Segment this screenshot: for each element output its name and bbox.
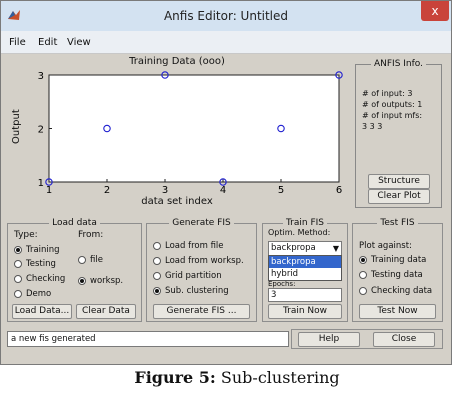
train-fis-title: Train FIS [283, 218, 327, 228]
radio-sub-clustering[interactable]: Sub. clustering [153, 286, 229, 296]
window-title: Anfis Editor: Untitled [163, 9, 289, 23]
generate-fis-title: Generate FIS [169, 218, 234, 228]
radio-dot [14, 275, 22, 283]
optim-method-select[interactable]: backpropa ▼ [268, 241, 342, 256]
radio-dot [359, 287, 367, 295]
radio-dot [359, 271, 367, 279]
radio-training[interactable]: Training [14, 245, 60, 255]
radio-file[interactable]: file [78, 255, 103, 265]
radio-workspace[interactable]: worksp. [78, 276, 123, 286]
radio-dot [14, 290, 22, 298]
radio-dot [78, 277, 86, 285]
x-tick-label: 2 [104, 185, 110, 196]
radio-grid-partition[interactable]: Grid partition [153, 271, 222, 281]
radio-test-training-data[interactable]: Training data [359, 255, 426, 265]
y-tick-label: 1 [38, 178, 44, 189]
train-now-button[interactable]: Train Now [268, 304, 342, 319]
generate-fis-panel: Generate FIS Load from file Load from wo… [146, 218, 257, 322]
optim-method-dropdown: backpropa hybrid [268, 255, 342, 281]
anfis-info-panel: ANFIS Info. # of input: 3 # of outputs: … [355, 59, 442, 208]
radio-testing[interactable]: Testing [14, 259, 56, 269]
menu-bar: File Edit View [1, 31, 451, 54]
radio-dot [153, 257, 161, 265]
x-tick-label: 1 [46, 185, 52, 196]
y-tick-label: 2 [38, 125, 44, 136]
option-hybrid[interactable]: hybrid [269, 268, 341, 280]
plot-frame [48, 74, 340, 183]
radio-dot [153, 287, 161, 295]
status-bar: a new fis generated [7, 331, 289, 347]
menu-edit[interactable]: Edit [38, 37, 57, 48]
x-tick-label: 5 [278, 185, 284, 196]
radio-dot [14, 246, 22, 254]
optim-method-label: Optim. Method: [268, 228, 331, 237]
menu-view[interactable]: View [67, 37, 91, 48]
generate-fis-button[interactable]: Generate FIS ... [153, 304, 250, 319]
radio-demo[interactable]: Demo [14, 289, 51, 299]
train-fis-panel: Train FIS Optim. Method: backpropa ▼ Epo… [262, 218, 348, 322]
option-backpropa[interactable]: backpropa [269, 256, 341, 268]
clear-plot-button[interactable]: Clear Plot [368, 189, 430, 204]
info-input-mfs-values: 3 3 3 [362, 122, 383, 131]
chevron-down-icon: ▼ [332, 244, 339, 253]
title-bar: Anfis Editor: Untitled x [1, 1, 451, 31]
radio-test-checking-data[interactable]: Checking data [359, 286, 432, 296]
caption-label: Figure 5: [134, 368, 216, 387]
radio-dot [14, 260, 22, 268]
radio-test-testing-data[interactable]: Testing data [359, 270, 423, 280]
close-button[interactable]: Close [373, 332, 435, 347]
info-input-mfs-label: # of input mfs: [362, 111, 423, 120]
help-button[interactable]: Help [298, 332, 360, 347]
test-fis-panel: Test FIS Plot against: Training data Tes… [352, 218, 443, 322]
x-tick-label: 3 [162, 185, 168, 196]
load-data-button[interactable]: Load Data... [12, 304, 72, 319]
radio-load-from-file[interactable]: Load from file [153, 241, 224, 251]
test-fis-title: Test FIS [377, 218, 418, 228]
epochs-label: Epochs: [268, 280, 296, 288]
epochs-input[interactable]: 3 [268, 288, 342, 302]
x-tick-label: 4 [220, 185, 226, 196]
load-data-title: Load data [49, 218, 100, 228]
clear-data-button[interactable]: Clear Data [76, 304, 136, 319]
menu-file[interactable]: File [9, 37, 26, 48]
anfis-editor-window: Anfis Editor: Untitled x File Edit View … [0, 0, 452, 365]
info-outputs: # of outputs: 1 [362, 100, 423, 109]
plot-area: 1 2 3 4 5 6 1 2 3 [38, 71, 343, 196]
radio-dot [153, 242, 161, 250]
radio-checking[interactable]: Checking [14, 274, 65, 284]
training-data-chart: Training Data (ooo) Output data set inde… [7, 56, 347, 207]
info-inputs: # of input: 3 [362, 89, 413, 98]
structure-button[interactable]: Structure [368, 174, 430, 189]
plot-against-label: Plot against: [359, 241, 412, 251]
radio-dot [359, 256, 367, 264]
caption-text: Sub-clustering [215, 368, 340, 387]
radio-dot [153, 272, 161, 280]
from-label: From: [78, 230, 104, 240]
figure-caption: Figure 5: Sub-clustering [0, 368, 474, 387]
radio-dot [78, 256, 86, 264]
x-tick-label: 6 [336, 185, 342, 196]
window-close-button[interactable]: x [421, 1, 449, 21]
load-data-panel: Load data Type: From: Training Testing C… [7, 218, 142, 322]
optim-method-value: backpropa [271, 243, 316, 253]
radio-load-from-workspace[interactable]: Load from worksp. [153, 256, 244, 266]
anfis-info-title: ANFIS Info. [370, 59, 427, 69]
y-tick-label: 3 [38, 71, 44, 82]
test-now-button[interactable]: Test Now [359, 304, 436, 319]
type-label: Type: [14, 230, 38, 240]
